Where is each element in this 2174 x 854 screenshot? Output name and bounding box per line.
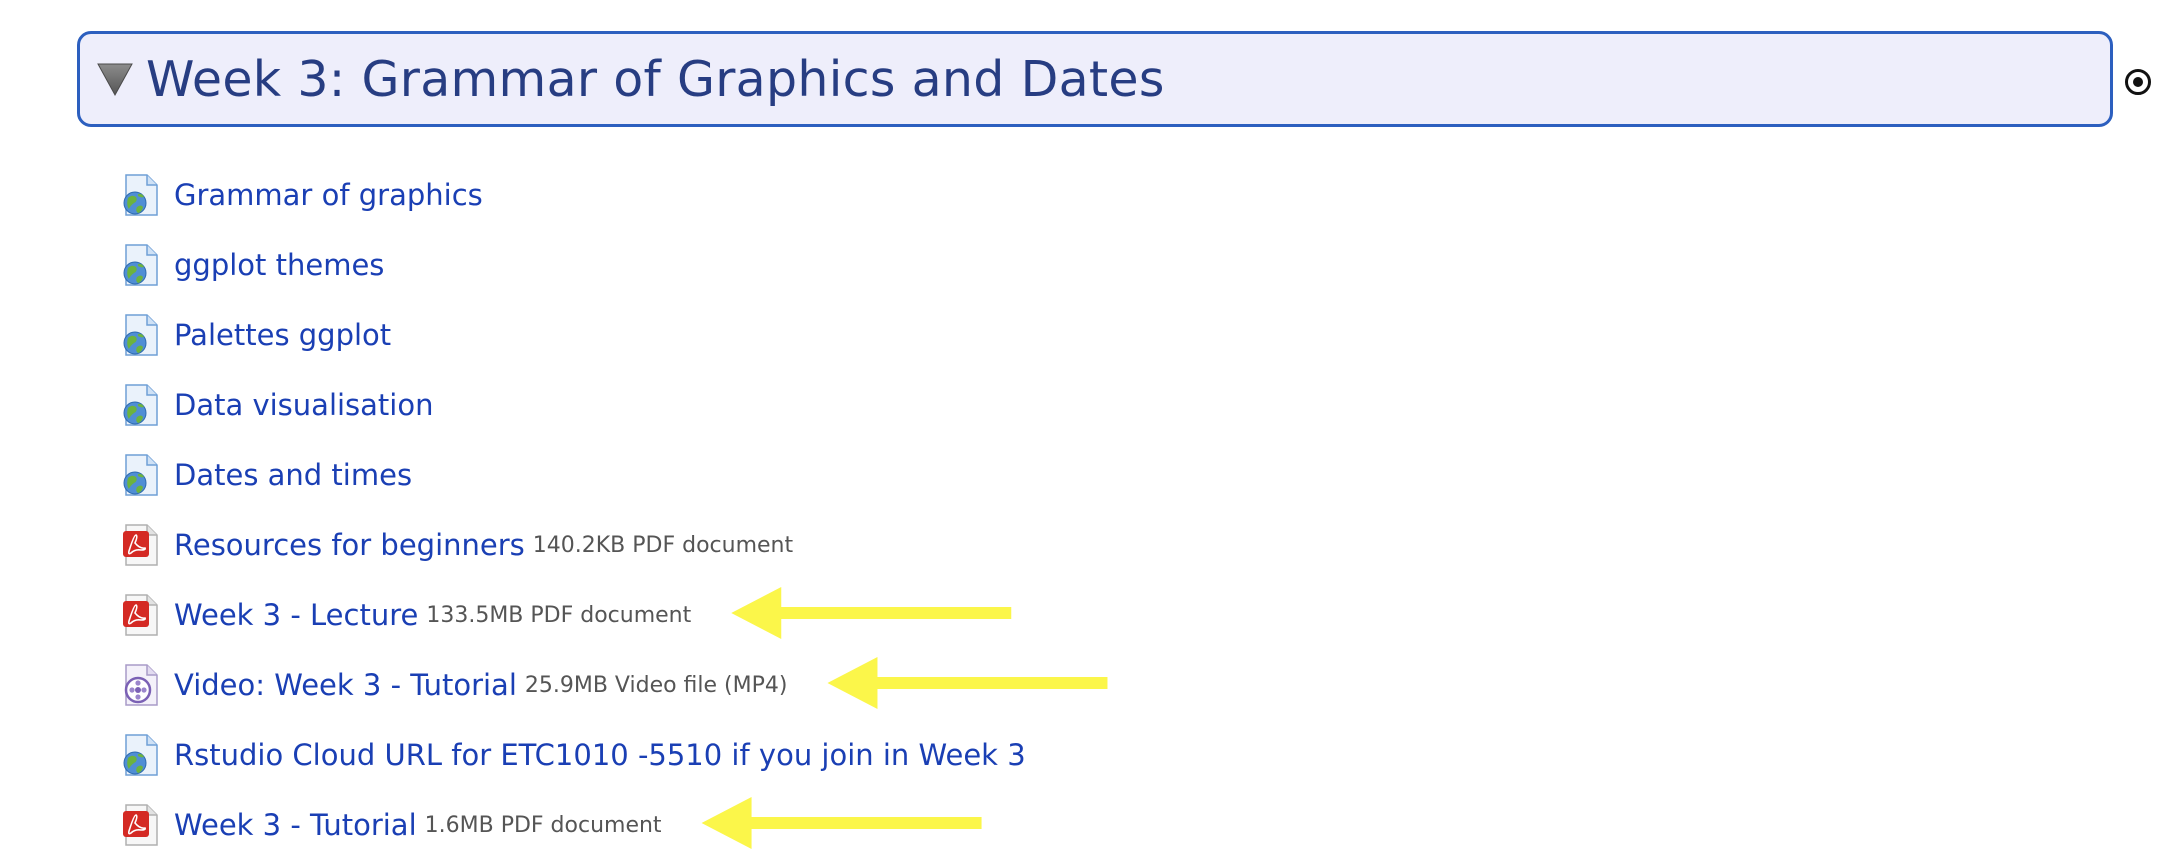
activity-link[interactable]: Week 3 - Lecture bbox=[174, 598, 418, 632]
url-globe-icon bbox=[120, 383, 160, 427]
pdf-icon bbox=[120, 523, 160, 567]
activity-link[interactable]: Week 3 - Tutorial bbox=[174, 808, 417, 842]
activity-link[interactable]: Data visualisation bbox=[174, 388, 434, 422]
url-globe-icon bbox=[120, 173, 160, 217]
video-file-icon bbox=[120, 663, 160, 707]
activity-item: Dates and times bbox=[120, 440, 1026, 510]
activity-link[interactable]: ggplot themes bbox=[174, 248, 384, 282]
url-globe-icon bbox=[120, 453, 160, 497]
resource-details: 140.2KB PDF document bbox=[532, 532, 794, 558]
activity-item: Grammar of graphics bbox=[120, 160, 1026, 230]
resource-details: 1.6MB PDF document bbox=[424, 812, 662, 838]
activity-item: Data visualisation bbox=[120, 370, 1026, 440]
url-globe-icon bbox=[120, 733, 160, 777]
resource-details: 25.9MB Video file (MP4) bbox=[524, 672, 788, 698]
activity-item: Week 3 - Tutorial 1.6MB PDF document bbox=[120, 790, 1026, 854]
activity-item: Week 3 - Lecture 133.5MB PDF document bbox=[120, 580, 1026, 650]
resource-details: 133.5MB PDF document bbox=[426, 602, 692, 628]
section-title[interactable]: Week 3: Grammar of Graphics and Dates bbox=[146, 55, 1165, 104]
section-header: Week 3: Grammar of Graphics and Dates bbox=[77, 31, 2113, 127]
activity-item: Rstudio Cloud URL for ETC1010 -5510 if y… bbox=[120, 720, 1026, 790]
activity-link[interactable]: Video: Week 3 - Tutorial bbox=[174, 668, 517, 702]
triangle-down-icon bbox=[97, 63, 133, 97]
course-section-page: Week 3: Grammar of Graphics and Dates Gr… bbox=[0, 0, 2174, 854]
activity-link[interactable]: Rstudio Cloud URL for ETC1010 -5510 if y… bbox=[174, 738, 1026, 772]
url-globe-icon bbox=[120, 243, 160, 287]
activity-list: Grammar of graphics ggplot themes Palett… bbox=[120, 160, 1026, 854]
pdf-icon bbox=[120, 593, 160, 637]
url-globe-icon bbox=[120, 313, 160, 357]
activity-item: Video: Week 3 - Tutorial 25.9MB Video fil… bbox=[120, 650, 1026, 720]
activity-item: Resources for beginners 140.2KB PDF docum… bbox=[120, 510, 1026, 580]
activity-link[interactable]: Dates and times bbox=[174, 458, 412, 492]
activity-item: ggplot themes bbox=[120, 230, 1026, 300]
activity-item: Palettes ggplot bbox=[120, 300, 1026, 370]
activity-link[interactable]: Resources for beginners bbox=[174, 528, 525, 562]
activity-link[interactable]: Palettes ggplot bbox=[174, 318, 391, 352]
collapse-toggle[interactable] bbox=[90, 49, 140, 109]
activity-link[interactable]: Grammar of graphics bbox=[174, 178, 483, 212]
radio-focus-icon[interactable] bbox=[2124, 68, 2152, 96]
pdf-icon bbox=[120, 803, 160, 847]
